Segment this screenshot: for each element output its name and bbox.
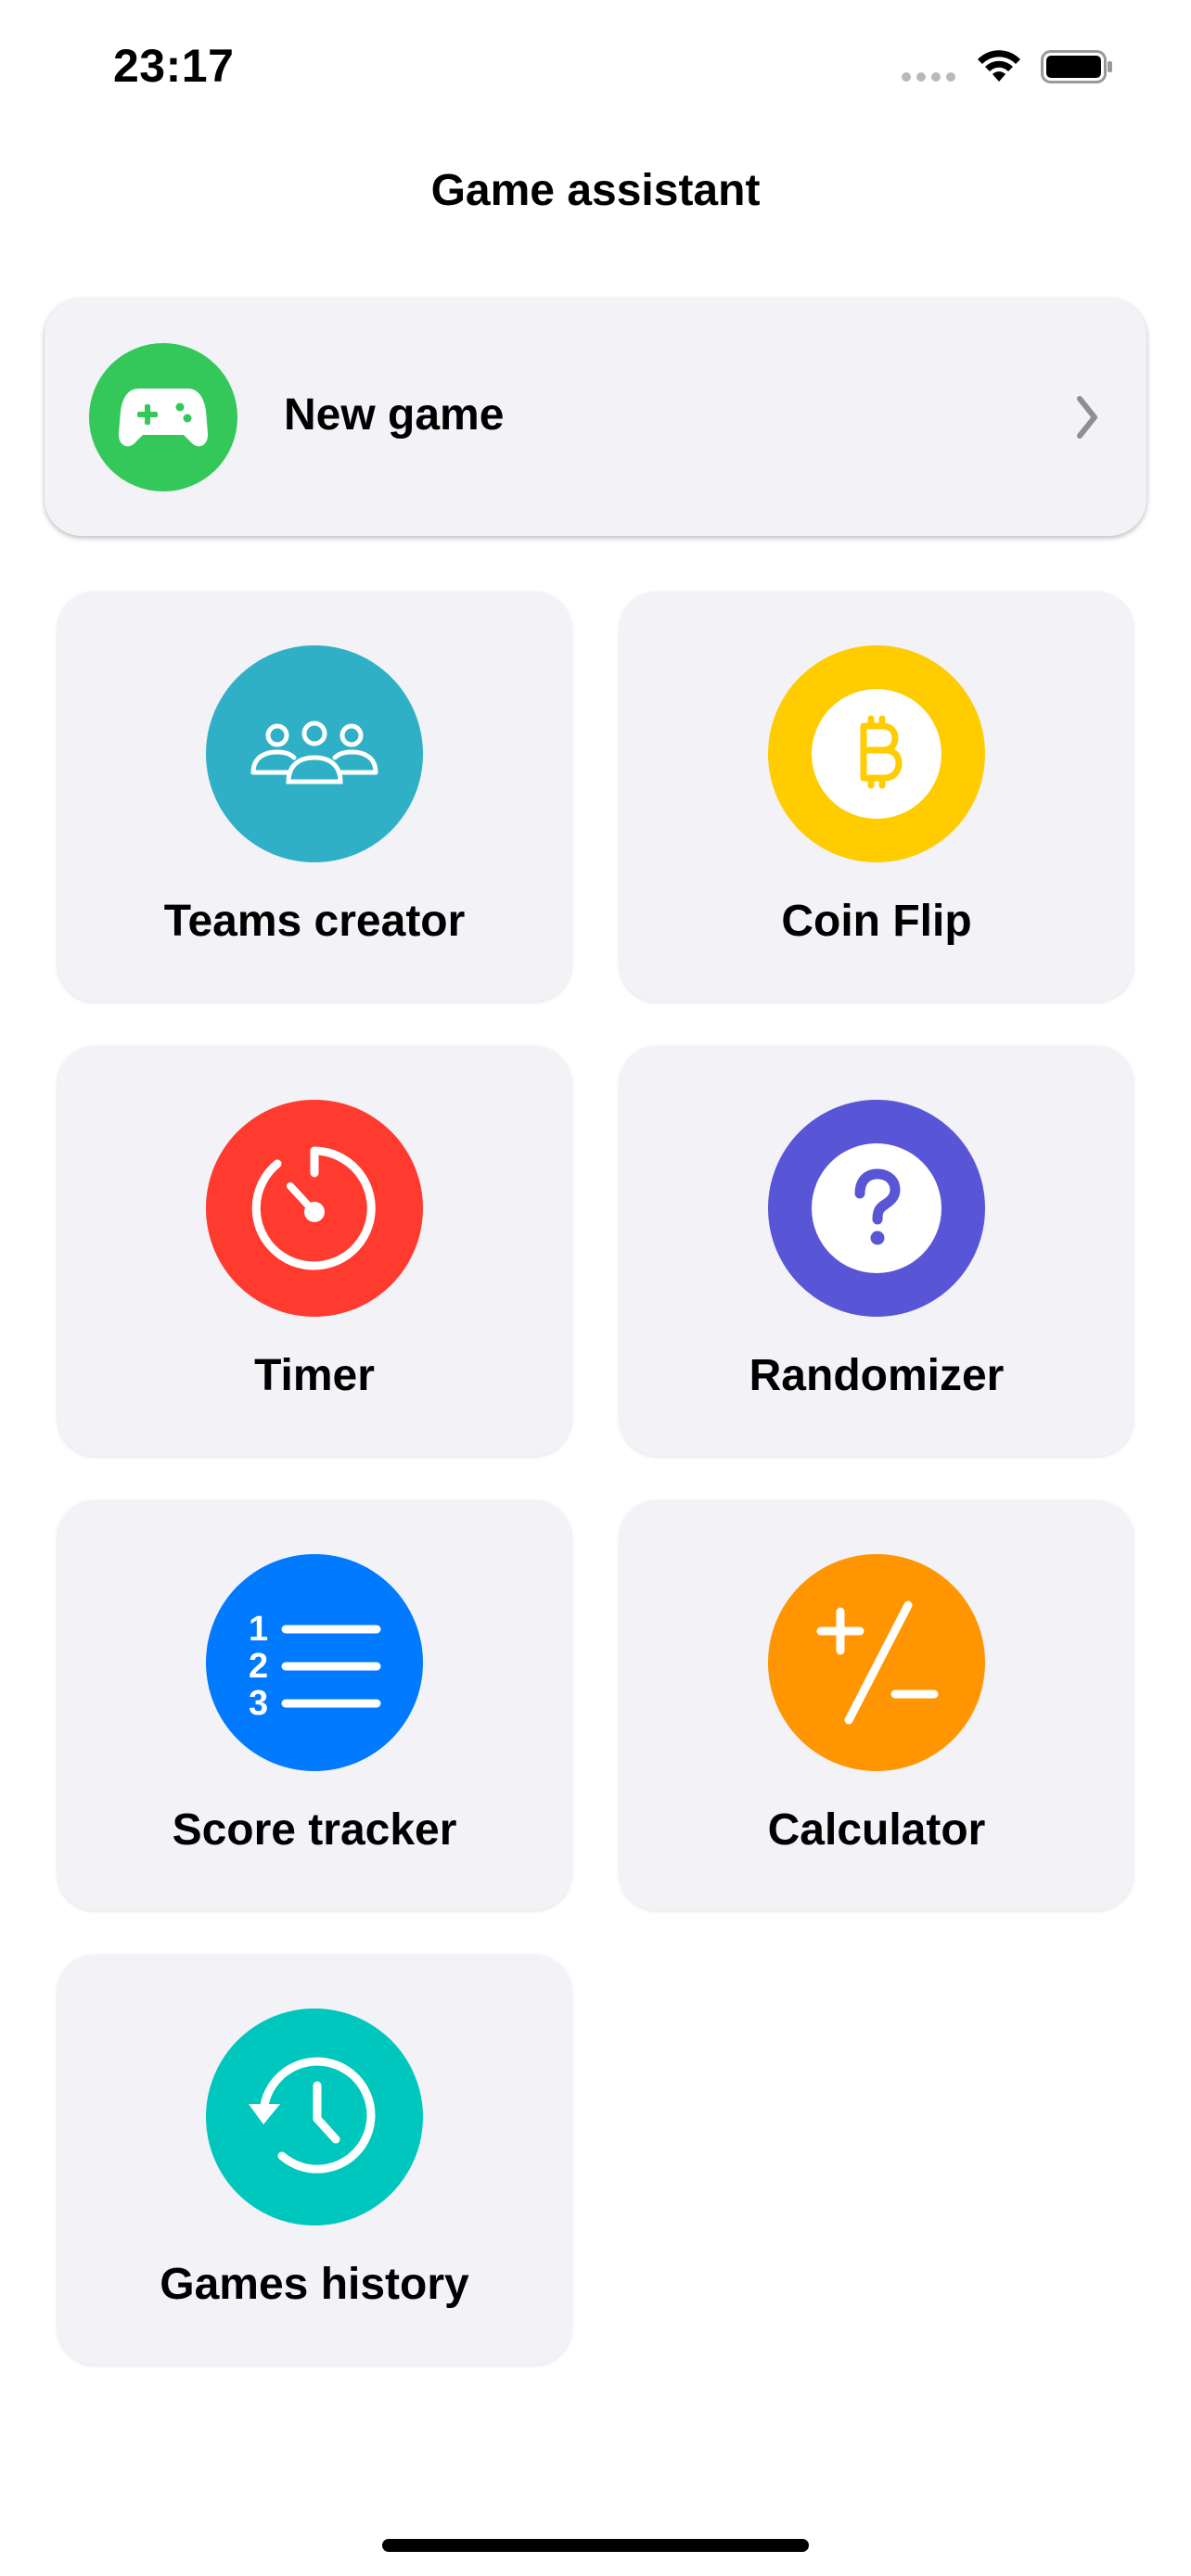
svg-text:3: 3 <box>249 1684 268 1718</box>
bitcoin-coin-icon <box>812 689 941 819</box>
battery-icon <box>1041 50 1112 83</box>
page-title: Game assistant <box>430 166 761 215</box>
tile-label-timer: Timer <box>254 1351 375 1400</box>
status-time: 23:17 <box>113 40 235 92</box>
randomizer-tile[interactable]: Randomizer <box>620 1046 1133 1456</box>
home-indicator[interactable] <box>382 2539 809 2552</box>
calculator-tile[interactable]: Calculator <box>620 1500 1133 1910</box>
tile-label-calculator: Calculator <box>767 1805 986 1855</box>
games-history-tile[interactable]: Games history <box>58 1955 571 2365</box>
new-game-label: New game <box>284 390 505 440</box>
score-tracker-icon-circle: 1 2 3 <box>206 1554 423 1771</box>
coin-flip-tile[interactable]: Coin Flip <box>620 592 1133 1001</box>
plus-slash-minus-icon <box>816 1600 939 1725</box>
timer-icon <box>251 1146 376 1270</box>
games-history-icon-circle <box>206 2009 423 2225</box>
new-game-button[interactable]: New game <box>45 299 1146 536</box>
question-mark-icon <box>812 1143 941 1273</box>
clock-history-icon <box>249 2057 376 2174</box>
tile-label-score-tracker: Score tracker <box>172 1805 457 1855</box>
gamecontroller-icon <box>119 389 208 447</box>
teams-creator-icon-circle <box>206 645 423 862</box>
tile-label-coin-flip: Coin Flip <box>781 897 972 946</box>
svg-text:1: 1 <box>249 1610 268 1649</box>
tile-label-randomizer: Randomizer <box>749 1351 1005 1400</box>
coin-flip-icon-circle <box>768 645 985 862</box>
people-group-icon <box>250 721 378 784</box>
numbered-list-icon: 1 2 3 <box>249 1610 381 1718</box>
new-game-icon-circle <box>89 343 237 491</box>
cellular-signal-icon <box>902 72 955 82</box>
status-bar: 23:17 <box>0 0 1191 139</box>
wifi-icon <box>978 50 1020 82</box>
teams-creator-tile[interactable]: Teams creator <box>58 592 571 1001</box>
tile-label-games-history: Games history <box>160 2260 469 2309</box>
timer-icon-circle <box>206 1100 423 1317</box>
svg-text:2: 2 <box>249 1647 268 1686</box>
randomizer-icon-circle <box>768 1100 985 1317</box>
tile-label-teams-creator: Teams creator <box>163 897 466 946</box>
chevron-right-icon <box>1077 396 1097 439</box>
calculator-icon-circle <box>768 1554 985 1771</box>
score-tracker-tile[interactable]: 1 2 3 Score tracker <box>58 1500 571 1910</box>
timer-tile[interactable]: Timer <box>58 1046 571 1456</box>
